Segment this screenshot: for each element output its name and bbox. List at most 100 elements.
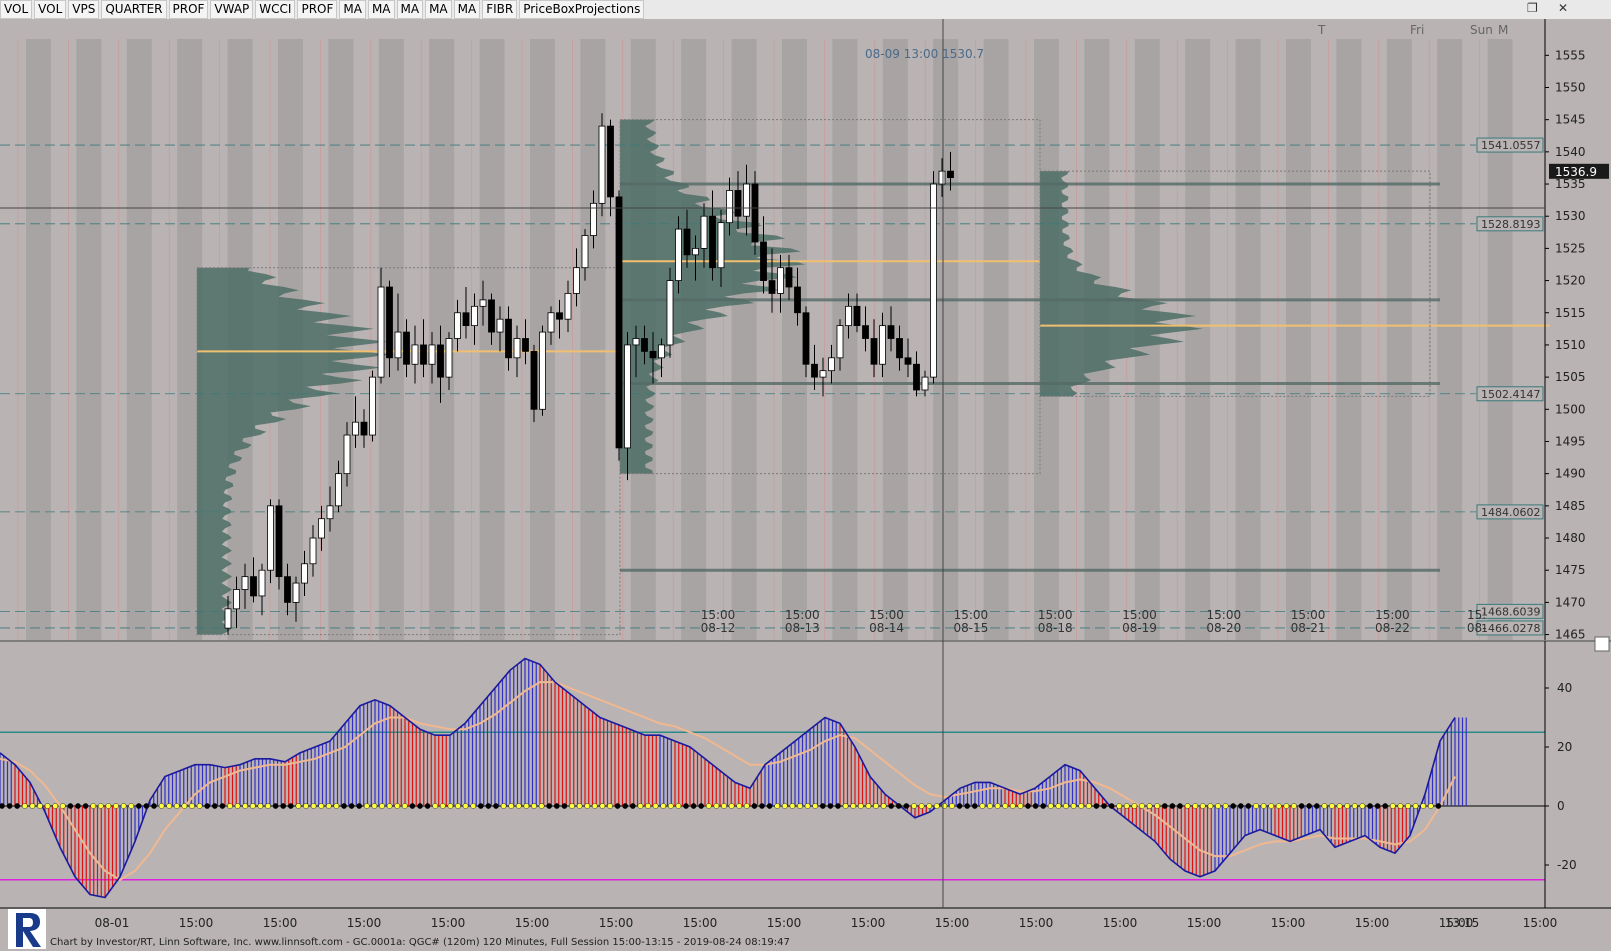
candle-up	[666, 280, 674, 346]
squeeze-dot	[721, 803, 727, 809]
squeeze-dot	[842, 803, 849, 809]
squeeze-dot	[1412, 803, 1419, 809]
price-tick-label: 1480	[1555, 531, 1586, 545]
squeeze-dot	[439, 803, 446, 809]
candle-up	[573, 267, 580, 294]
candle-down	[709, 215, 716, 269]
squeeze-dot	[120, 803, 127, 809]
squeeze-dot	[1390, 803, 1396, 809]
candle-up	[369, 376, 376, 436]
session-band	[1185, 39, 1211, 640]
squeeze-dot	[736, 803, 743, 809]
time-label: 15:00	[954, 608, 989, 622]
session-band	[26, 39, 51, 640]
candle-down	[420, 344, 427, 365]
squeeze-dot	[797, 803, 803, 809]
candle-down	[556, 312, 563, 320]
squeeze-dot	[1177, 803, 1183, 809]
squeeze-dot	[1314, 803, 1320, 809]
squeeze-dot	[782, 803, 788, 809]
session-band	[1386, 39, 1412, 640]
squeeze-dot	[1374, 803, 1381, 809]
scale-toggle-box	[1594, 636, 1610, 652]
squeeze-dot	[1040, 803, 1046, 809]
squeeze-dot	[1139, 803, 1145, 809]
squeeze-dot	[614, 803, 621, 809]
squeeze-dot	[592, 803, 598, 809]
candle-up	[496, 318, 504, 333]
candle-up	[845, 305, 852, 327]
candle-up	[479, 299, 487, 307]
squeeze-dot	[865, 803, 872, 809]
price-tick-label: 1530	[1555, 209, 1586, 223]
candle-down	[870, 338, 878, 365]
squeeze-dot	[181, 803, 188, 809]
candle-up	[445, 338, 453, 378]
price-tick-label: 1555	[1555, 48, 1586, 62]
squeeze-dot	[303, 803, 309, 809]
squeeze-dot	[1215, 803, 1221, 809]
session-band	[76, 39, 102, 640]
candle-up	[879, 325, 886, 365]
squeeze-dot	[652, 803, 659, 809]
price-tick-label: 1550	[1555, 80, 1586, 94]
squeeze-dot	[1055, 803, 1062, 809]
squeeze-dot	[1306, 803, 1312, 809]
session-band	[983, 39, 1009, 640]
session-band	[681, 39, 707, 640]
squeeze-dot	[994, 803, 1001, 809]
price-tick-label: 1545	[1555, 113, 1586, 127]
macd-tick-label: -20	[1557, 858, 1577, 872]
candle-down	[947, 170, 954, 178]
squeeze-dot	[1367, 803, 1373, 809]
squeeze-dot	[386, 803, 393, 809]
squeeze-dot	[455, 803, 461, 809]
squeeze-dot	[173, 803, 180, 809]
candle-down	[641, 338, 648, 352]
squeeze-dot	[1245, 803, 1252, 809]
squeeze-dot	[227, 803, 233, 809]
squeeze-dot	[310, 803, 317, 809]
squeeze-dot	[576, 803, 583, 809]
price-chart[interactable]: 1541.0557 1528.8193 1502.4147 1484.0602 1468…	[0, 0, 1611, 951]
squeeze-dot	[645, 803, 651, 809]
candle-down	[862, 325, 869, 339]
squeeze-dot	[500, 803, 507, 809]
squeeze-dot	[630, 803, 636, 809]
session-band	[1235, 39, 1261, 640]
candle-up	[717, 222, 725, 269]
squeeze-dot	[1230, 803, 1236, 809]
session-band	[1437, 39, 1463, 640]
candle-up	[938, 170, 946, 185]
squeeze-dot	[287, 803, 294, 809]
level-label: 1502.4147	[1481, 388, 1541, 401]
candle-up	[301, 563, 308, 584]
candle-up	[828, 357, 835, 372]
time-axis-label: 15:00	[935, 916, 970, 930]
time-axis-label: 15:00	[1187, 916, 1222, 930]
squeeze-dot	[1002, 803, 1009, 809]
squeeze-dot	[1184, 803, 1191, 809]
squeeze-dot	[531, 803, 537, 809]
squeeze-dot	[835, 803, 841, 809]
squeeze-dot	[151, 803, 157, 809]
candle-down	[904, 357, 912, 365]
macd-tick-label: 40	[1557, 681, 1572, 695]
squeeze-dot	[1283, 803, 1290, 809]
squeeze-dot	[1276, 803, 1282, 809]
squeeze-dot	[698, 803, 705, 809]
candle-up	[411, 344, 419, 365]
squeeze-dot	[67, 803, 74, 809]
candle-up	[258, 569, 266, 597]
candle-up	[921, 376, 929, 391]
date-label: 08-14	[869, 621, 904, 635]
squeeze-dot	[470, 803, 477, 809]
squeeze-dot	[1101, 803, 1107, 809]
squeeze-dot	[523, 803, 530, 809]
squeeze-dot	[1321, 803, 1328, 809]
squeeze-dot	[477, 803, 484, 809]
candle-up	[632, 338, 640, 346]
squeeze-dot	[1336, 803, 1343, 809]
squeeze-dot	[401, 803, 408, 809]
candle-down	[437, 344, 444, 378]
